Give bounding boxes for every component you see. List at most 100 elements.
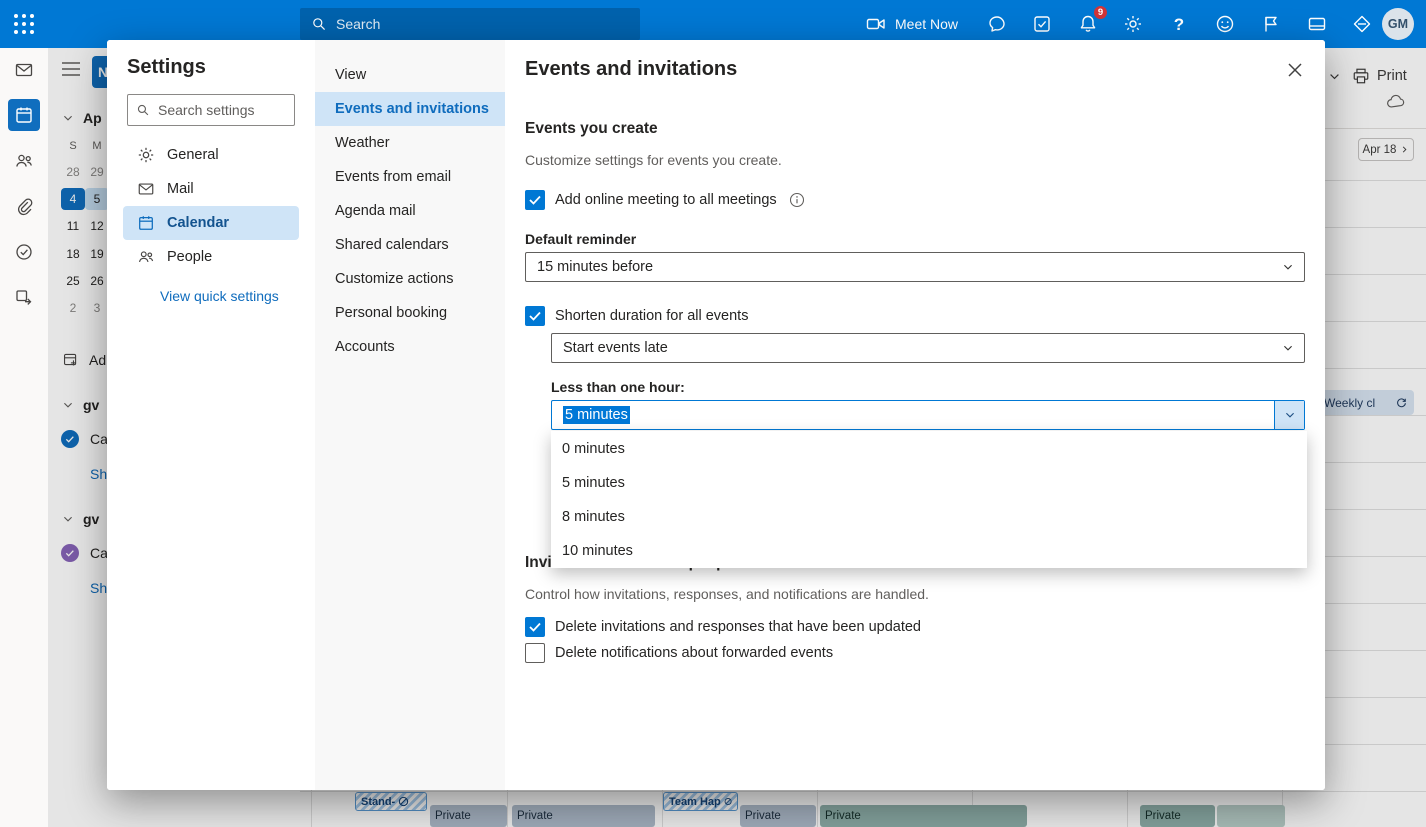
rail-mail-button[interactable] bbox=[0, 54, 48, 86]
settings-dialog: Settings General Mail Calendar bbox=[107, 40, 1325, 790]
search-icon bbox=[136, 103, 150, 117]
rail-files-button[interactable] bbox=[0, 191, 48, 223]
rail-more-apps-button[interactable] bbox=[0, 282, 48, 314]
chevron-down-icon bbox=[1282, 342, 1294, 354]
checkbox-label: Delete invitations and responses that ha… bbox=[555, 619, 921, 635]
subnav-weather[interactable]: Weather bbox=[315, 126, 505, 160]
meet-now-label: Meet Now bbox=[895, 16, 958, 32]
invitations-description: Control how invitations, responses, and … bbox=[525, 586, 929, 602]
select-value: Start events late bbox=[563, 340, 668, 356]
less-than-one-hour-label: Less than one hour: bbox=[551, 379, 685, 395]
people-icon bbox=[14, 151, 34, 171]
option-8-minutes[interactable]: 8 minutes bbox=[551, 500, 1307, 534]
reading-pane-icon bbox=[1307, 14, 1327, 34]
account-avatar[interactable]: GM bbox=[1382, 8, 1414, 40]
view-quick-settings-link[interactable]: View quick settings bbox=[160, 288, 279, 304]
online-meeting-checkbox-row[interactable]: Add online meeting to all meetings bbox=[525, 190, 805, 210]
video-camera-icon bbox=[866, 14, 886, 34]
option-5-minutes[interactable]: 5 minutes bbox=[551, 466, 1307, 500]
settings-search-input[interactable] bbox=[158, 102, 286, 118]
nav-label: General bbox=[167, 147, 219, 163]
settings-subnav-panel: View Events and invitations Weather Even… bbox=[315, 40, 505, 790]
delete-forwarded-checkbox[interactable] bbox=[525, 643, 545, 663]
events-you-create-description: Customize settings for events you create… bbox=[525, 152, 782, 168]
option-10-minutes[interactable]: 10 minutes bbox=[551, 534, 1307, 568]
calendar-icon bbox=[137, 214, 155, 232]
delete-updated-checkbox[interactable] bbox=[525, 617, 545, 637]
calendar-icon bbox=[14, 105, 34, 125]
subnav-events-and-invitations[interactable]: Events and invitations bbox=[315, 92, 505, 126]
subnav-view[interactable]: View bbox=[315, 58, 505, 92]
subnav-agenda-mail[interactable]: Agenda mail bbox=[315, 194, 505, 228]
paperclip-icon bbox=[14, 197, 34, 217]
chevron-down-icon bbox=[1282, 261, 1294, 273]
settings-nav-people[interactable]: People bbox=[123, 240, 299, 274]
app-rail bbox=[0, 48, 48, 827]
shorten-duration-checkbox-row[interactable]: Shorten duration for all events bbox=[525, 306, 748, 326]
option-0-minutes[interactable]: 0 minutes bbox=[551, 432, 1307, 466]
subnav-customize-actions[interactable]: Customize actions bbox=[315, 262, 505, 296]
close-button[interactable] bbox=[1279, 54, 1311, 86]
checkbox-label: Add online meeting to all meetings bbox=[555, 192, 777, 208]
checkbox-label: Shorten duration for all events bbox=[555, 308, 748, 324]
outlook-screen: Meet Now 9 ? GM bbox=[0, 0, 1426, 827]
premium-button[interactable] bbox=[1346, 8, 1378, 40]
online-meeting-checkbox[interactable] bbox=[525, 190, 545, 210]
tasks-button[interactable] bbox=[1026, 8, 1058, 40]
settings-nav-panel: Settings General Mail Calendar bbox=[107, 40, 315, 790]
delete-forwarded-checkbox-row[interactable]: Delete notifications about forwarded eve… bbox=[525, 643, 833, 663]
events-you-create-heading: Events you create bbox=[525, 120, 658, 138]
subnav-events-from-email[interactable]: Events from email bbox=[315, 160, 505, 194]
more-apps-icon bbox=[14, 288, 34, 308]
smiley-icon bbox=[1215, 14, 1235, 34]
search-bar[interactable] bbox=[300, 8, 640, 40]
settings-nav-mail[interactable]: Mail bbox=[123, 172, 299, 206]
combobox-dropdown-button[interactable] bbox=[1274, 401, 1304, 429]
search-icon bbox=[311, 16, 327, 32]
settings-nav-list: General Mail Calendar People bbox=[107, 138, 315, 274]
settings-content-panel: Events and invitations Events you create… bbox=[505, 40, 1325, 790]
nav-label: Mail bbox=[167, 181, 194, 197]
page-title: Events and invitations bbox=[525, 58, 737, 81]
flag-icon bbox=[1261, 14, 1281, 34]
waffle-icon bbox=[14, 14, 34, 34]
rail-todo-button[interactable] bbox=[0, 236, 48, 268]
selected-text: 5 minutes bbox=[563, 406, 630, 424]
nav-label: Calendar bbox=[167, 215, 229, 231]
help-button[interactable]: ? bbox=[1163, 8, 1195, 40]
subnav-accoun­ts[interactable]: Accounts bbox=[315, 330, 505, 364]
reading-pane-button[interactable] bbox=[1301, 8, 1333, 40]
less-than-one-hour-combobox[interactable]: 5 minutes bbox=[551, 400, 1305, 430]
feedback-button[interactable] bbox=[1209, 8, 1241, 40]
notification-badge: 9 bbox=[1093, 5, 1108, 20]
shorten-mode-select[interactable]: Start events late bbox=[551, 333, 1305, 363]
subnav-personal-booking[interactable]: Personal booking bbox=[315, 296, 505, 330]
shorten-duration-checkbox[interactable] bbox=[525, 306, 545, 326]
default-reminder-select[interactable]: 15 minutes before bbox=[525, 252, 1305, 282]
rail-calendar-button[interactable] bbox=[8, 99, 40, 131]
chevron-down-icon bbox=[1284, 409, 1296, 421]
whats-new-button[interactable] bbox=[1255, 8, 1287, 40]
teams-chat-button[interactable] bbox=[981, 8, 1013, 40]
settings-search-box[interactable] bbox=[127, 94, 295, 126]
app-launcher-button[interactable] bbox=[0, 0, 48, 48]
info-icon[interactable] bbox=[789, 192, 805, 208]
subnav-shared-calendars[interactable]: Shared calendars bbox=[315, 228, 505, 262]
mail-icon bbox=[14, 60, 34, 80]
settings-nav-general[interactable]: General bbox=[123, 138, 299, 172]
settings-nav-calendar[interactable]: Calendar bbox=[123, 206, 299, 240]
checkbox-label: Delete notifications about forwarded eve… bbox=[555, 645, 833, 661]
chat-bubble-icon bbox=[987, 14, 1007, 34]
gear-icon bbox=[1123, 14, 1143, 34]
delete-updated-checkbox-row[interactable]: Delete invitations and responses that ha… bbox=[525, 617, 921, 637]
notifications-button[interactable]: 9 bbox=[1072, 8, 1104, 40]
rail-people-button[interactable] bbox=[0, 145, 48, 177]
todo-check-icon bbox=[14, 242, 34, 262]
settings-button[interactable] bbox=[1117, 8, 1149, 40]
select-value: 15 minutes before bbox=[537, 259, 653, 275]
duration-options-listbox: 0 minutes 5 minutes 8 minutes 10 minutes bbox=[551, 431, 1307, 568]
nav-label: People bbox=[167, 249, 212, 265]
settings-title: Settings bbox=[127, 56, 206, 79]
default-reminder-label: Default reminder bbox=[525, 231, 636, 247]
search-input[interactable] bbox=[336, 16, 629, 32]
